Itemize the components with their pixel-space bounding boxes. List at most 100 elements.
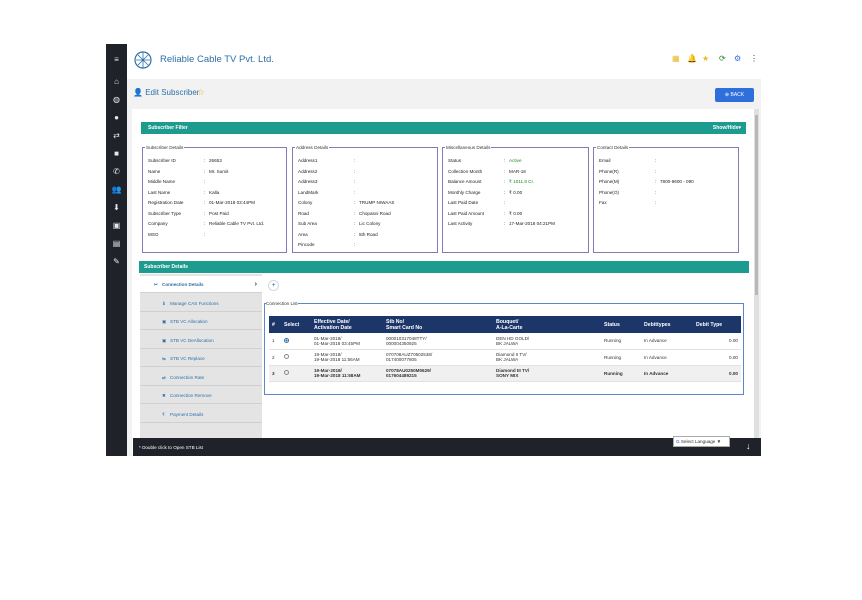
menu-item-icon: ⬇ [162, 300, 166, 306]
menu-item-connection-remove[interactable]: ✖ Connection Remove [140, 387, 262, 404]
show-hide-toggle[interactable]: Show/Hide▾ [713, 125, 741, 131]
report-icon[interactable]: ▤ [106, 238, 127, 250]
address_details-row: Pincode: [298, 242, 359, 247]
globe-icon[interactable]: ◍ [106, 94, 127, 106]
address_details-row: LandMark: [298, 190, 359, 195]
field-value: Reliable Cable TV Pvt. Ltd. [209, 221, 265, 226]
misc_details-row: Balance Amount: ₹ 1011.8 Cr. [448, 179, 534, 185]
transfer-icon[interactable]: ⇄ [106, 130, 127, 142]
field-value: Lic Colony [359, 221, 381, 226]
bouquet-cell: Diamond III TV/SONY MIX [493, 365, 601, 382]
select-radio[interactable] [284, 370, 289, 375]
field-colon: : [354, 189, 356, 195]
more-icon[interactable]: ⋮ [750, 54, 758, 63]
smart-card-no: 017400077805 [386, 357, 417, 362]
column-header: Status [601, 316, 641, 333]
add-connection-button[interactable]: + [268, 280, 279, 291]
download-icon[interactable]: ⬇ [106, 202, 127, 214]
users-icon[interactable]: 👥 [106, 184, 127, 196]
date-cell: 19-Mar-2018/19-Mar-2018 11:56AM [311, 349, 383, 366]
home-icon[interactable]: ⌂ [106, 76, 127, 88]
field-label: Subscriber Type [148, 210, 182, 216]
debittype-cell: In Advance [641, 333, 693, 350]
field-value: 26653 [209, 158, 222, 163]
table-row[interactable]: 3 19-Mar-2018/19-Mar-2018 11:58AM 07078AU0… [269, 365, 741, 382]
address_details-row: Colony: TRUMP NIWAAS [298, 200, 394, 205]
star-icon[interactable]: ★ [702, 54, 709, 63]
subscriber-filter-bar[interactable]: Subscriber Filter Show/Hide▾ [141, 122, 746, 134]
subscriber_details-row: Subscriber ID:26653 [148, 158, 222, 163]
menu-item-payment-details[interactable]: ₹ Payment Details [140, 406, 262, 423]
address_details-row: Road: Chopasni Road [298, 211, 391, 216]
menu-item-icon: ⇄ [162, 374, 166, 380]
settings-icon[interactable]: ⚙ [734, 54, 741, 63]
select-cell[interactable] [281, 365, 311, 382]
date-cell: 01-Mar-2018/01-Mar-2018 03:45PM [311, 333, 383, 350]
menu-item-icon: ₹ [162, 411, 165, 417]
misc_details-row: Last Activity:17-Mar-2018 04:21PM [448, 221, 555, 226]
address_details-row: Address2: [298, 169, 359, 174]
menu-item-stb-vc-deallocation[interactable]: ▣ STB VC DeAllocation [140, 332, 262, 349]
field-label: Address2 [298, 168, 318, 174]
select-cell[interactable] [281, 349, 311, 366]
language-select[interactable]: G Select Language ▼ [673, 436, 730, 447]
field-label: Phone(M) [599, 179, 620, 184]
field-label: Road [298, 210, 309, 216]
menu-item-connection-details[interactable]: ✂ Connection Details › [140, 276, 262, 293]
select-cell[interactable] [281, 333, 311, 350]
box-icon[interactable]: ■ [106, 148, 127, 160]
phone-icon[interactable]: ✆ [106, 166, 127, 178]
hamburger-icon[interactable]: ≡ [106, 54, 127, 66]
field-label: Address1 [298, 158, 318, 163]
table-row[interactable]: 2 19-Mar-2018/19-Mar-2018 11:56AM 070708AU… [269, 349, 741, 366]
field-value: 5th Road [359, 231, 378, 237]
field-colon: : [655, 200, 657, 205]
menu-item-label: STB VC Replace [170, 356, 205, 361]
vertical-scrollbar[interactable] [754, 109, 759, 441]
menu-item-label: Connection Details [162, 282, 204, 287]
field-value: Mr. Sumit [209, 168, 229, 174]
debittype-cell: In Advance [641, 365, 693, 382]
user-icon[interactable]: ● [106, 112, 127, 124]
subscriber_details-row: Name: Mr. Sumit [148, 169, 228, 174]
bell-icon[interactable]: 🔔 [687, 54, 697, 63]
scrollbar-thumb[interactable] [755, 115, 758, 295]
brand-logo-icon [134, 51, 152, 69]
field-label: Colony [298, 200, 313, 205]
field-label: Status [448, 158, 462, 163]
menu-item-stb-vc-replace[interactable]: ⇆ STB VC Replace [140, 350, 262, 367]
field-value: MAR-18 [509, 168, 526, 174]
a-la-carte: BK JALWA [496, 357, 519, 362]
favorite-star-icon[interactable]: ☆ [197, 87, 205, 98]
subscriber-menu: ✂ Connection Details › ⬇ Manage CAS Function… [140, 274, 262, 454]
field-value: TRUMP NIWAAS [359, 200, 395, 205]
contact-details-box: Contact Details Email: Phone(R): Phone(M):… [593, 145, 739, 253]
grid-icon[interactable]: ▦ [672, 54, 680, 63]
subscriber-section-title: Subscriber Details [144, 264, 188, 270]
sidebar: ≡ ⌂ ◍ ● ⇄ ■ ✆ 👥 ⬇ ▣ ▤ ✎ [106, 44, 127, 456]
scroll-down-arrow-icon[interactable]: ↓ [746, 441, 751, 451]
select-radio[interactable] [284, 354, 289, 359]
field-label: Last Paid Date [448, 200, 479, 205]
contact_details-row: Fax: [599, 200, 660, 205]
menu-item-manage-cas-functions[interactable]: ⬇ Manage CAS Functions [140, 295, 262, 312]
field-label: Last Name [148, 189, 171, 195]
debit-amount-cell: 0.00 [693, 365, 741, 382]
refresh-icon[interactable]: ⟳ [719, 54, 726, 63]
google-g-icon: G [676, 439, 680, 444]
connection-list-box: Connection List # Select Effective Date/ A… [264, 301, 744, 395]
menu-item-stb-vc-allocation[interactable]: ▣ STB VC Allocation [140, 313, 262, 330]
back-label: BACK [730, 92, 745, 98]
bouquet-cell: DEN HD GOLD/BK JALWA [493, 333, 601, 350]
select-radio[interactable] [284, 337, 289, 343]
status-cell: Running [601, 349, 641, 366]
field-label: Company [148, 221, 168, 226]
tv-icon[interactable]: ▣ [106, 220, 127, 232]
status-cell: Running [601, 333, 641, 350]
menu-item-connection-rate[interactable]: ⇄ Connection Rate [140, 369, 262, 386]
column-header: Stb No/ Smart Card No [383, 316, 493, 333]
wrench-icon[interactable]: ✎ [106, 256, 127, 268]
back-button[interactable]: ⊕ BACK [715, 88, 754, 102]
subscriber_details-row: Last Name: Kalla [148, 190, 219, 195]
table-row[interactable]: 1 01-Mar-2018/01-Mar-2018 03:45PM 00001031… [269, 333, 741, 350]
